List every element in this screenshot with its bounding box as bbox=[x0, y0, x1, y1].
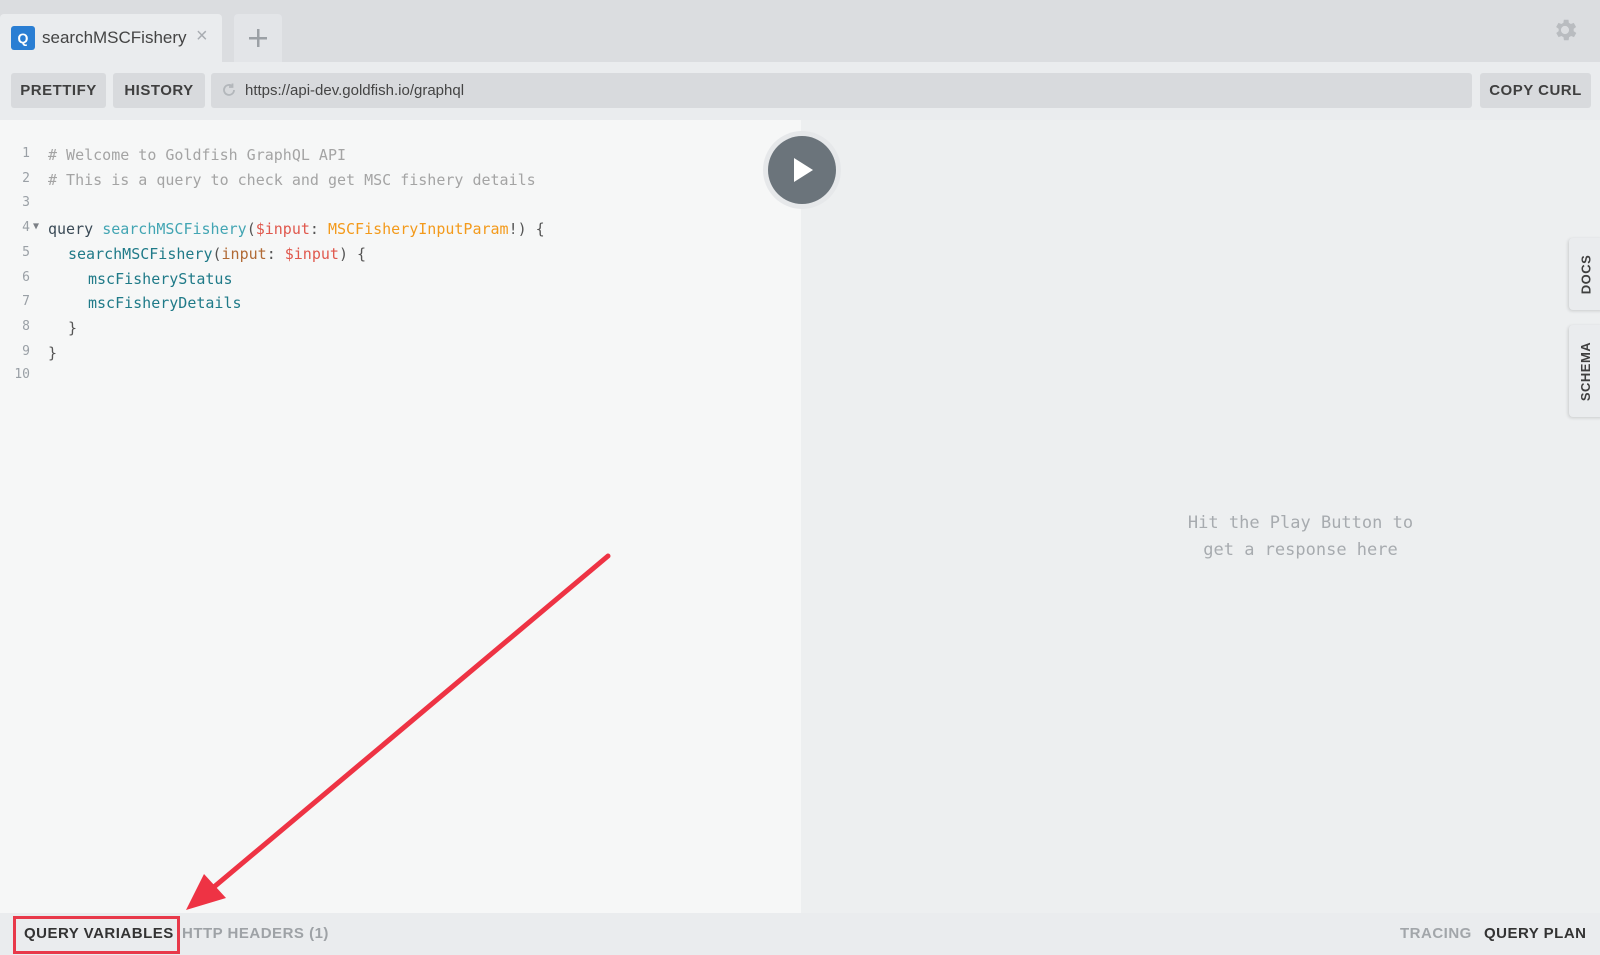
fold-toggle-icon[interactable]: ▼ bbox=[33, 221, 39, 232]
plus-icon bbox=[249, 29, 267, 47]
tab-bar: Q searchMSCFishery × bbox=[0, 0, 1600, 62]
operation-name: searchMSCFishery bbox=[102, 220, 247, 238]
response-hint-line-2: get a response here bbox=[1203, 540, 1398, 560]
endpoint-url-input[interactable]: https://api-dev.goldfish.io/graphql bbox=[211, 73, 1472, 108]
line-number: 6 bbox=[22, 270, 30, 285]
comment: # This is a query to check and get MSC f… bbox=[48, 171, 536, 189]
comment: # Welcome to Goldfish GraphQL API bbox=[48, 146, 347, 164]
code-line-5: 5 searchMSCFishery(input: $input) { bbox=[0, 245, 801, 269]
line-number: 2 bbox=[22, 171, 30, 186]
reload-icon[interactable] bbox=[220, 81, 238, 99]
field-name: searchMSCFishery bbox=[68, 245, 213, 263]
code-line-2: 2 # This is a query to check and get MSC… bbox=[0, 171, 801, 195]
tracing-tab[interactable]: TRACING bbox=[1400, 925, 1472, 942]
line-number: 9 bbox=[22, 344, 30, 359]
line-number: 5 bbox=[22, 245, 30, 260]
prettify-button[interactable]: PRETTIFY bbox=[11, 73, 106, 108]
closing-brace: } bbox=[48, 344, 58, 362]
type-name: MSCFisheryInputParam bbox=[327, 220, 509, 238]
line-number: 3 bbox=[22, 195, 30, 210]
line-number: 10 bbox=[14, 367, 30, 382]
variable-name: $input bbox=[255, 220, 310, 238]
code-line-9: 9 } bbox=[0, 344, 801, 368]
query-variables-tab[interactable]: QUERY VARIABLES bbox=[24, 925, 174, 942]
play-button[interactable] bbox=[768, 136, 836, 204]
copy-curl-button[interactable]: COPY CURL bbox=[1480, 73, 1591, 108]
code-line-4: 4 ▼ query searchMSCFishery($input: MSCFi… bbox=[0, 220, 801, 244]
docs-tab[interactable]: DOCS bbox=[1569, 238, 1600, 310]
line-number: 4 bbox=[22, 220, 30, 235]
field-name: mscFisheryDetails bbox=[88, 294, 242, 312]
history-button[interactable]: HISTORY bbox=[113, 73, 205, 108]
code-line-7: 7 mscFisheryDetails bbox=[0, 294, 801, 318]
tab-title: searchMSCFishery bbox=[42, 28, 187, 47]
argument-name: input bbox=[221, 245, 267, 263]
code-line-10: 10 bbox=[0, 367, 801, 391]
close-icon[interactable]: × bbox=[196, 25, 208, 48]
line-number: 8 bbox=[22, 319, 30, 334]
schema-tab[interactable]: SCHEMA bbox=[1569, 325, 1600, 417]
punctuation: !) { bbox=[508, 220, 545, 238]
http-headers-tab[interactable]: HTTP HEADERS (1) bbox=[182, 925, 329, 942]
closing-brace: } bbox=[68, 319, 78, 337]
line-number: 7 bbox=[22, 294, 30, 309]
gear-icon[interactable] bbox=[1551, 16, 1579, 44]
colon: : bbox=[266, 245, 285, 263]
bottom-bar: QUERY VARIABLES HTTP HEADERS (1) TRACING… bbox=[0, 913, 1600, 955]
query-badge: Q bbox=[11, 26, 35, 50]
add-tab-button[interactable] bbox=[234, 14, 282, 62]
endpoint-url: https://api-dev.goldfish.io/graphql bbox=[245, 82, 465, 99]
code-line-6: 6 mscFisheryStatus bbox=[0, 270, 801, 294]
response-placeholder: Hit the Play Button to get a response he… bbox=[801, 510, 1600, 564]
response-hint-line-1: Hit the Play Button to bbox=[1187, 513, 1414, 533]
paren: ( bbox=[246, 220, 256, 238]
schema-tab-label: SCHEMA bbox=[1578, 341, 1594, 401]
toolbar: PRETTIFY HISTORY https://api-dev.goldfis… bbox=[0, 62, 1600, 120]
play-icon bbox=[794, 158, 813, 182]
keyword-query: query bbox=[48, 220, 94, 238]
code-line-8: 8 } bbox=[0, 319, 801, 343]
colon: : bbox=[309, 220, 328, 238]
code-line-1: 1 # Welcome to Goldfish GraphQL API bbox=[0, 146, 801, 170]
query-plan-tab[interactable]: QUERY PLAN bbox=[1484, 925, 1587, 942]
paren: ( bbox=[212, 245, 222, 263]
code-line-3: 3 bbox=[0, 195, 801, 219]
docs-tab-label: DOCS bbox=[1578, 254, 1594, 294]
field-name: mscFisheryStatus bbox=[88, 270, 233, 288]
variable-name: $input bbox=[284, 245, 339, 263]
punctuation: ) { bbox=[338, 245, 367, 263]
tab-searchmscfishery[interactable]: Q searchMSCFishery × bbox=[0, 14, 222, 62]
query-editor[interactable]: 1 # Welcome to Goldfish GraphQL API 2 # … bbox=[0, 120, 801, 913]
line-number: 1 bbox=[22, 146, 30, 161]
response-pane: Hit the Play Button to get a response he… bbox=[801, 120, 1600, 913]
